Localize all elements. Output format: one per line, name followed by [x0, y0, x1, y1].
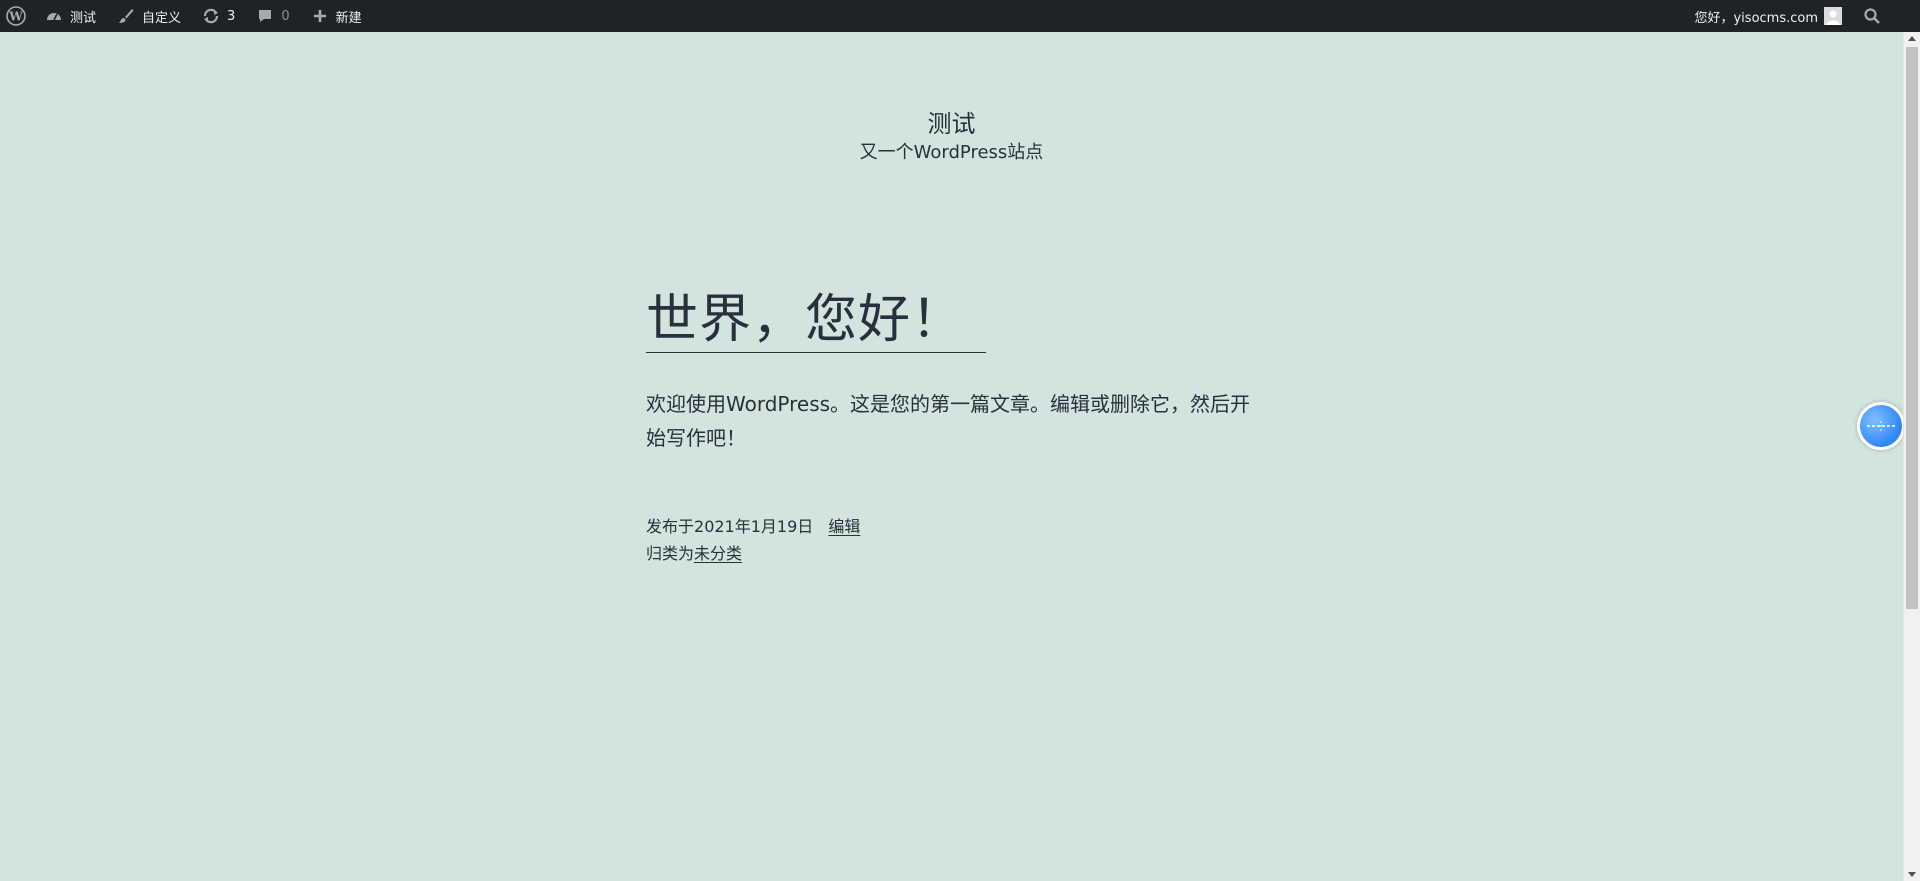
updates-link[interactable]: 3	[191, 0, 245, 32]
site-header: 测试 又一个WordPress站点	[0, 106, 1903, 166]
site-name-menu[interactable]: 测试	[34, 0, 106, 32]
post-article: 世界，您好！ 欢迎使用WordPress。这是您的第一篇文章。编辑或删除它，然后…	[646, 288, 1256, 567]
admin-bar-left: W 测试 自定义 3 0 新建	[0, 0, 372, 32]
user-avatar-icon	[1824, 7, 1842, 25]
updates-refresh-icon	[201, 6, 221, 26]
customize-label: 自定义	[142, 10, 182, 26]
post-title[interactable]: 世界，您好！	[646, 288, 987, 353]
post-category-line: 归类为未分类	[646, 540, 1256, 567]
page-scrollbar[interactable]	[1903, 32, 1920, 881]
site-description: 又一个WordPress站点	[859, 142, 1044, 163]
comment-bubble-icon	[255, 6, 275, 26]
site-name-label: 测试	[70, 10, 97, 26]
floating-assistant-icon	[1867, 421, 1895, 431]
paintbrush-icon	[116, 6, 136, 26]
search-icon	[1862, 6, 1882, 26]
floating-assistant-button[interactable]	[1857, 402, 1905, 450]
post-content: 欢迎使用WordPress。这是您的第一篇文章。编辑或删除它，然后开始写作吧！	[646, 392, 1251, 450]
admin-bar-right: 您好，yisocms.com	[1684, 0, 1920, 32]
dashboard-gauge-icon	[44, 6, 64, 26]
published-date: 2021年1月19日	[694, 517, 814, 536]
comments-link[interactable]: 0	[245, 0, 299, 32]
svg-text:W: W	[8, 10, 23, 24]
user-greeting: 您好，yisocms.com	[1694, 10, 1818, 26]
search-button[interactable]	[1852, 0, 1920, 32]
post-date-line: 发布于2021年1月19日 编辑	[646, 513, 1256, 540]
post-meta: 发布于2021年1月19日 编辑 归类为未分类	[646, 513, 1256, 567]
new-label: 新建	[335, 10, 362, 26]
plus-icon	[310, 6, 330, 26]
edit-post-link[interactable]: 编辑	[828, 517, 860, 536]
wordpress-menu-button[interactable]: W	[0, 0, 34, 32]
scroll-up-arrow-icon[interactable]	[1908, 36, 1916, 41]
comments-count: 0	[281, 8, 290, 24]
category-link[interactable]: 未分类	[694, 544, 742, 563]
category-label: 归类为	[646, 544, 695, 563]
new-content-menu[interactable]: 新建	[300, 0, 372, 32]
site-title[interactable]: 测试	[0, 106, 1903, 142]
published-label: 发布于	[646, 517, 695, 536]
customize-link[interactable]: 自定义	[106, 0, 191, 32]
wordpress-logo-icon: W	[6, 6, 26, 26]
user-account-menu[interactable]: 您好，yisocms.com	[1684, 0, 1852, 32]
scrollbar-thumb[interactable]	[1906, 47, 1918, 609]
admin-bar: W 测试 自定义 3 0 新建 您好，yisocms.com	[0, 0, 1920, 32]
scroll-down-arrow-icon[interactable]	[1908, 872, 1916, 877]
updates-count: 3	[227, 8, 236, 24]
avatar	[1824, 7, 1842, 25]
